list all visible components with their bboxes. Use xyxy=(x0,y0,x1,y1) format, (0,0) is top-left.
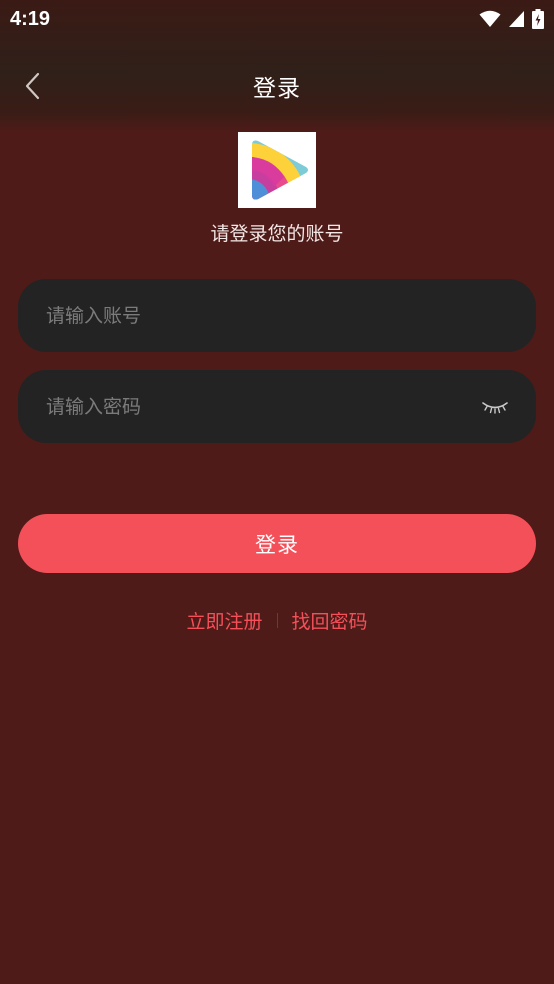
account-field xyxy=(18,279,536,352)
password-input[interactable] xyxy=(46,395,480,418)
login-button[interactable]: 登录 xyxy=(18,514,536,573)
chevron-left-icon xyxy=(25,72,40,100)
link-divider xyxy=(276,613,278,628)
battery-charging-icon xyxy=(532,9,544,29)
account-input[interactable] xyxy=(46,304,508,327)
back-button[interactable] xyxy=(14,66,50,106)
wifi-icon xyxy=(479,10,501,27)
forgot-password-link[interactable]: 找回密码 xyxy=(292,607,368,634)
play-logo-icon xyxy=(252,140,308,200)
auth-links: 立即注册 找回密码 xyxy=(0,607,554,634)
signal-icon xyxy=(509,11,524,27)
password-field xyxy=(18,370,536,443)
page-title: 登录 xyxy=(253,76,301,102)
eye-closed-icon xyxy=(482,401,508,414)
status-icons xyxy=(479,9,544,29)
register-link[interactable]: 立即注册 xyxy=(186,607,262,634)
app-logo xyxy=(238,132,316,208)
status-bar: 4:19 xyxy=(0,0,554,38)
password-visibility-toggle[interactable] xyxy=(480,396,510,418)
login-subtitle: 请登录您的账号 xyxy=(210,223,344,245)
status-time: 4:19 xyxy=(10,7,51,30)
app-bar: 登录 xyxy=(0,56,554,116)
